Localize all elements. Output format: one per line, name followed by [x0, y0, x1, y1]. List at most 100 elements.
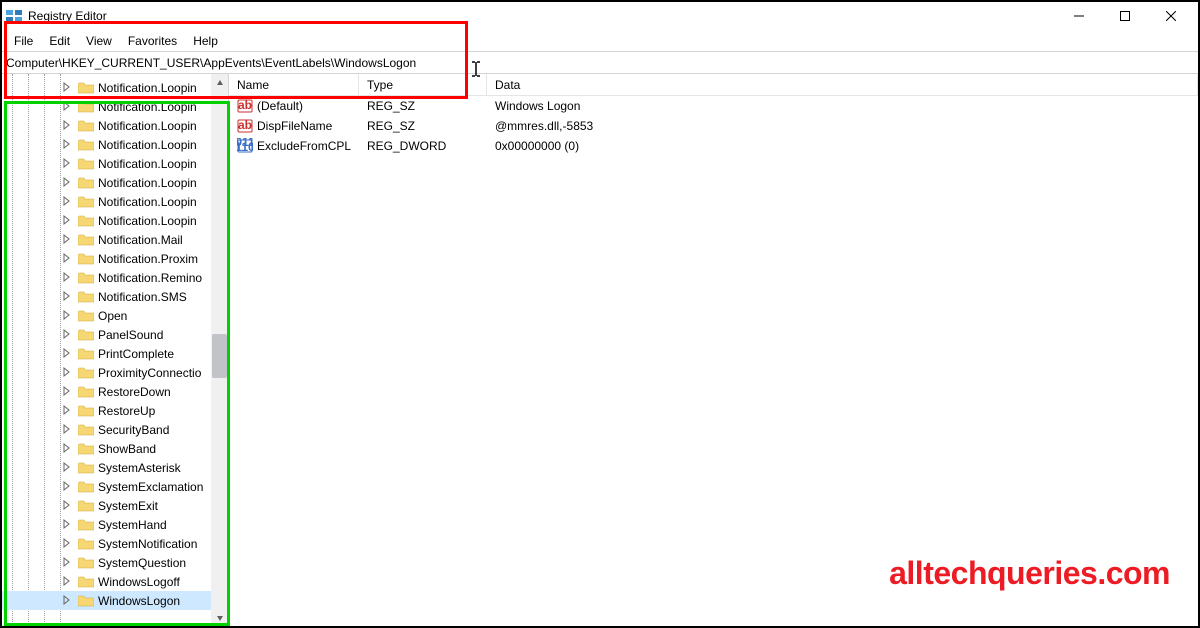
expand-icon[interactable]	[62, 215, 72, 225]
menu-help[interactable]: Help	[185, 32, 226, 50]
close-button[interactable]	[1148, 2, 1194, 30]
expand-icon[interactable]	[62, 595, 72, 605]
expand-icon[interactable]	[62, 424, 72, 434]
tree-item[interactable]: Notification.Remino	[2, 268, 228, 287]
tree-item[interactable]: RestoreDown	[2, 382, 228, 401]
tree-item[interactable]: ShowBand	[2, 439, 228, 458]
scroll-up-icon[interactable]	[211, 74, 228, 91]
tree-item[interactable]: Notification.Loopin	[2, 211, 228, 230]
tree-item[interactable]: Notification.Loopin	[2, 116, 228, 135]
scroll-down-icon[interactable]	[211, 609, 228, 626]
tree-item[interactable]: Notification.Mail	[2, 230, 228, 249]
tree-item[interactable]: Notification.Loopin	[2, 192, 228, 211]
tree-item[interactable]: SystemAsterisk	[2, 458, 228, 477]
svg-text:110: 110	[237, 140, 253, 154]
tree-item[interactable]: SystemQuestion	[2, 553, 228, 572]
svg-text:ab: ab	[238, 98, 252, 112]
expand-icon[interactable]	[62, 234, 72, 244]
tree-item[interactable]: SystemExclamation	[2, 477, 228, 496]
expand-icon[interactable]	[62, 557, 72, 567]
expand-icon[interactable]	[62, 462, 72, 472]
tree-item-label: SystemHand	[98, 518, 167, 532]
value-data: 0x00000000 (0)	[495, 139, 579, 153]
address-input[interactable]	[6, 56, 1194, 70]
value-name: (Default)	[257, 99, 303, 113]
tree-item[interactable]: SystemNotification	[2, 534, 228, 553]
tree-item[interactable]: Notification.Proxim	[2, 249, 228, 268]
tree-item[interactable]: SystemHand	[2, 515, 228, 534]
menu-edit[interactable]: Edit	[41, 32, 78, 50]
folder-icon	[78, 538, 94, 550]
folder-icon	[78, 120, 94, 132]
tree-item[interactable]: Notification.Loopin	[2, 154, 228, 173]
expand-icon[interactable]	[62, 139, 72, 149]
tree-item-label: Notification.Loopin	[98, 176, 197, 190]
column-name[interactable]: Name	[229, 74, 359, 95]
expand-icon[interactable]	[62, 386, 72, 396]
value-type-icon: ab	[237, 118, 253, 134]
expand-icon[interactable]	[62, 348, 72, 358]
list-row[interactable]: ab(Default)REG_SZWindows Logon	[229, 96, 1198, 116]
column-data[interactable]: Data	[487, 74, 1198, 95]
tree-item[interactable]: Notification.SMS	[2, 287, 228, 306]
expand-icon[interactable]	[62, 329, 72, 339]
menu-file[interactable]: File	[6, 32, 41, 50]
tree-item-label: ProximityConnectio	[98, 366, 201, 380]
tree-item[interactable]: Notification.Loopin	[2, 135, 228, 154]
value-name: DispFileName	[257, 119, 332, 133]
expand-icon[interactable]	[62, 253, 72, 263]
expand-icon[interactable]	[62, 405, 72, 415]
tree-item[interactable]: WindowsLogoff	[2, 572, 228, 591]
tree-item[interactable]: Notification.Loopin	[2, 78, 228, 97]
expand-icon[interactable]	[62, 272, 72, 282]
address-bar[interactable]	[2, 52, 1198, 74]
expand-icon[interactable]	[62, 120, 72, 130]
expand-icon[interactable]	[62, 101, 72, 111]
expand-icon[interactable]	[62, 538, 72, 548]
expand-icon[interactable]	[62, 82, 72, 92]
maximize-button[interactable]	[1102, 2, 1148, 30]
tree-panel[interactable]: Notification.LoopinNotification.LoopinNo…	[2, 74, 229, 626]
expand-icon[interactable]	[62, 367, 72, 377]
column-type[interactable]: Type	[359, 74, 487, 95]
tree-item[interactable]: PrintComplete	[2, 344, 228, 363]
tree-item[interactable]: Open	[2, 306, 228, 325]
expand-icon[interactable]	[62, 196, 72, 206]
scroll-thumb[interactable]	[212, 334, 227, 378]
menu-view[interactable]: View	[78, 32, 120, 50]
tree-item-label: PanelSound	[98, 328, 163, 342]
expand-icon[interactable]	[62, 310, 72, 320]
list-row[interactable]: abDispFileNameREG_SZ@mmres.dll,-5853	[229, 116, 1198, 136]
tree-item[interactable]: Notification.Loopin	[2, 97, 228, 116]
folder-icon	[78, 519, 94, 531]
folder-icon	[78, 215, 94, 227]
tree-item[interactable]: PanelSound	[2, 325, 228, 344]
expand-icon[interactable]	[62, 500, 72, 510]
menu-bar: File Edit View Favorites Help	[2, 30, 1198, 52]
tree-scrollbar[interactable]	[211, 74, 228, 626]
tree-item[interactable]: RestoreUp	[2, 401, 228, 420]
expand-icon[interactable]	[62, 443, 72, 453]
expand-icon[interactable]	[62, 177, 72, 187]
tree-item-label: RestoreUp	[98, 404, 155, 418]
expand-icon[interactable]	[62, 576, 72, 586]
expand-icon[interactable]	[62, 519, 72, 529]
minimize-button[interactable]	[1056, 2, 1102, 30]
value-data: @mmres.dll,-5853	[495, 119, 593, 133]
list-row[interactable]: 011110ExcludeFromCPLREG_DWORD0x00000000 …	[229, 136, 1198, 156]
tree-item[interactable]: SecurityBand	[2, 420, 228, 439]
expand-icon[interactable]	[62, 291, 72, 301]
tree-item[interactable]: WindowsLogon	[2, 591, 228, 610]
regedit-app-icon	[6, 8, 22, 24]
tree-item[interactable]: Notification.Loopin	[2, 173, 228, 192]
folder-icon	[78, 576, 94, 588]
folder-icon	[78, 82, 94, 94]
tree-item[interactable]: SystemExit	[2, 496, 228, 515]
tree-item-label: Notification.SMS	[98, 290, 187, 304]
folder-icon	[78, 272, 94, 284]
expand-icon[interactable]	[62, 481, 72, 491]
tree-item[interactable]: ProximityConnectio	[2, 363, 228, 382]
expand-icon[interactable]	[62, 158, 72, 168]
list-panel[interactable]: Name Type Data ab(Default)REG_SZWindows …	[229, 74, 1198, 626]
menu-favorites[interactable]: Favorites	[120, 32, 185, 50]
